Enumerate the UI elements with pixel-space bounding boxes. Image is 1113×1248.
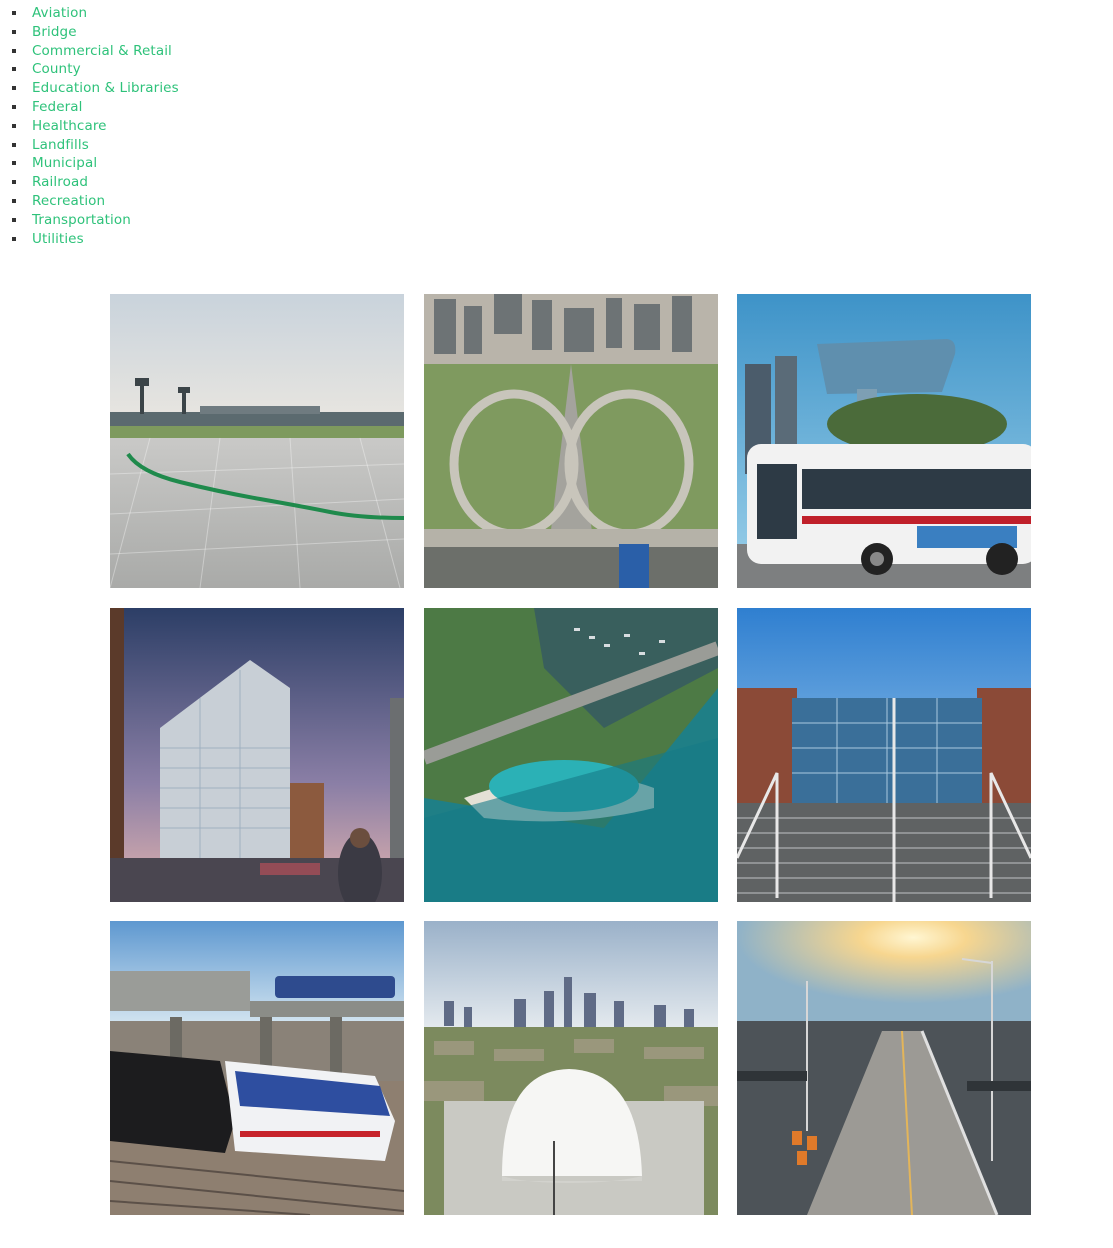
category-item: Transportation (10, 210, 179, 229)
category-link-healthcare[interactable]: Healthcare (32, 118, 107, 134)
category-link-county[interactable]: County (32, 61, 81, 77)
bridge-sunset-image (737, 921, 1031, 1215)
apartment-tower-image (110, 607, 404, 902)
category-item: Landfills (10, 135, 179, 154)
category-item: Federal (10, 97, 179, 116)
category-list: Aviation Bridge Commercial & Retail Coun… (10, 3, 179, 247)
category-item: Education & Libraries (10, 78, 179, 97)
category-item: Bridge (10, 22, 179, 41)
dome-skyline-image (423, 921, 718, 1215)
category-link-utilities[interactable]: Utilities (32, 231, 84, 247)
category-link-railroad[interactable]: Railroad (32, 174, 88, 190)
category-link-municipal[interactable]: Municipal (32, 155, 97, 171)
gallery-image-bridge-sunset[interactable] (737, 921, 1031, 1215)
category-item: Commercial & Retail (10, 41, 179, 60)
gallery-image-city-bus[interactable] (737, 294, 1031, 588)
category-item: Utilities (10, 229, 179, 248)
category-link-recreation[interactable]: Recreation (32, 193, 105, 209)
category-link-commercial-retail[interactable]: Commercial & Retail (32, 43, 172, 59)
category-item: County (10, 59, 179, 78)
gallery-image-building-entrance[interactable] (737, 607, 1031, 902)
category-link-aviation[interactable]: Aviation (32, 5, 87, 21)
category-link-federal[interactable]: Federal (32, 99, 82, 115)
city-bus-image (737, 294, 1031, 588)
gallery-image-lakefront-harbor[interactable] (423, 607, 718, 902)
category-item: Railroad (10, 172, 179, 191)
category-link-landfills[interactable]: Landfills (32, 137, 89, 153)
lakefront-harbor-image (423, 607, 718, 902)
project-gallery (110, 294, 1031, 1215)
trains-image (110, 921, 404, 1215)
gallery-image-highway-interchange[interactable] (423, 294, 718, 588)
gallery-image-trains[interactable] (110, 921, 404, 1215)
gallery-image-apartment-tower[interactable] (110, 607, 404, 902)
gallery-image-airport-runway[interactable] (110, 294, 404, 588)
airport-runway-image (110, 294, 404, 588)
category-link-bridge[interactable]: Bridge (32, 24, 77, 40)
category-item: Recreation (10, 191, 179, 210)
category-link-education-libraries[interactable]: Education & Libraries (32, 80, 179, 96)
category-item: Municipal (10, 153, 179, 172)
gallery-image-dome-skyline[interactable] (423, 921, 718, 1215)
category-item: Aviation (10, 3, 179, 22)
highway-interchange-image (423, 294, 718, 588)
category-item: Healthcare (10, 116, 179, 135)
building-entrance-image (737, 607, 1031, 902)
category-link-transportation[interactable]: Transportation (32, 212, 131, 228)
